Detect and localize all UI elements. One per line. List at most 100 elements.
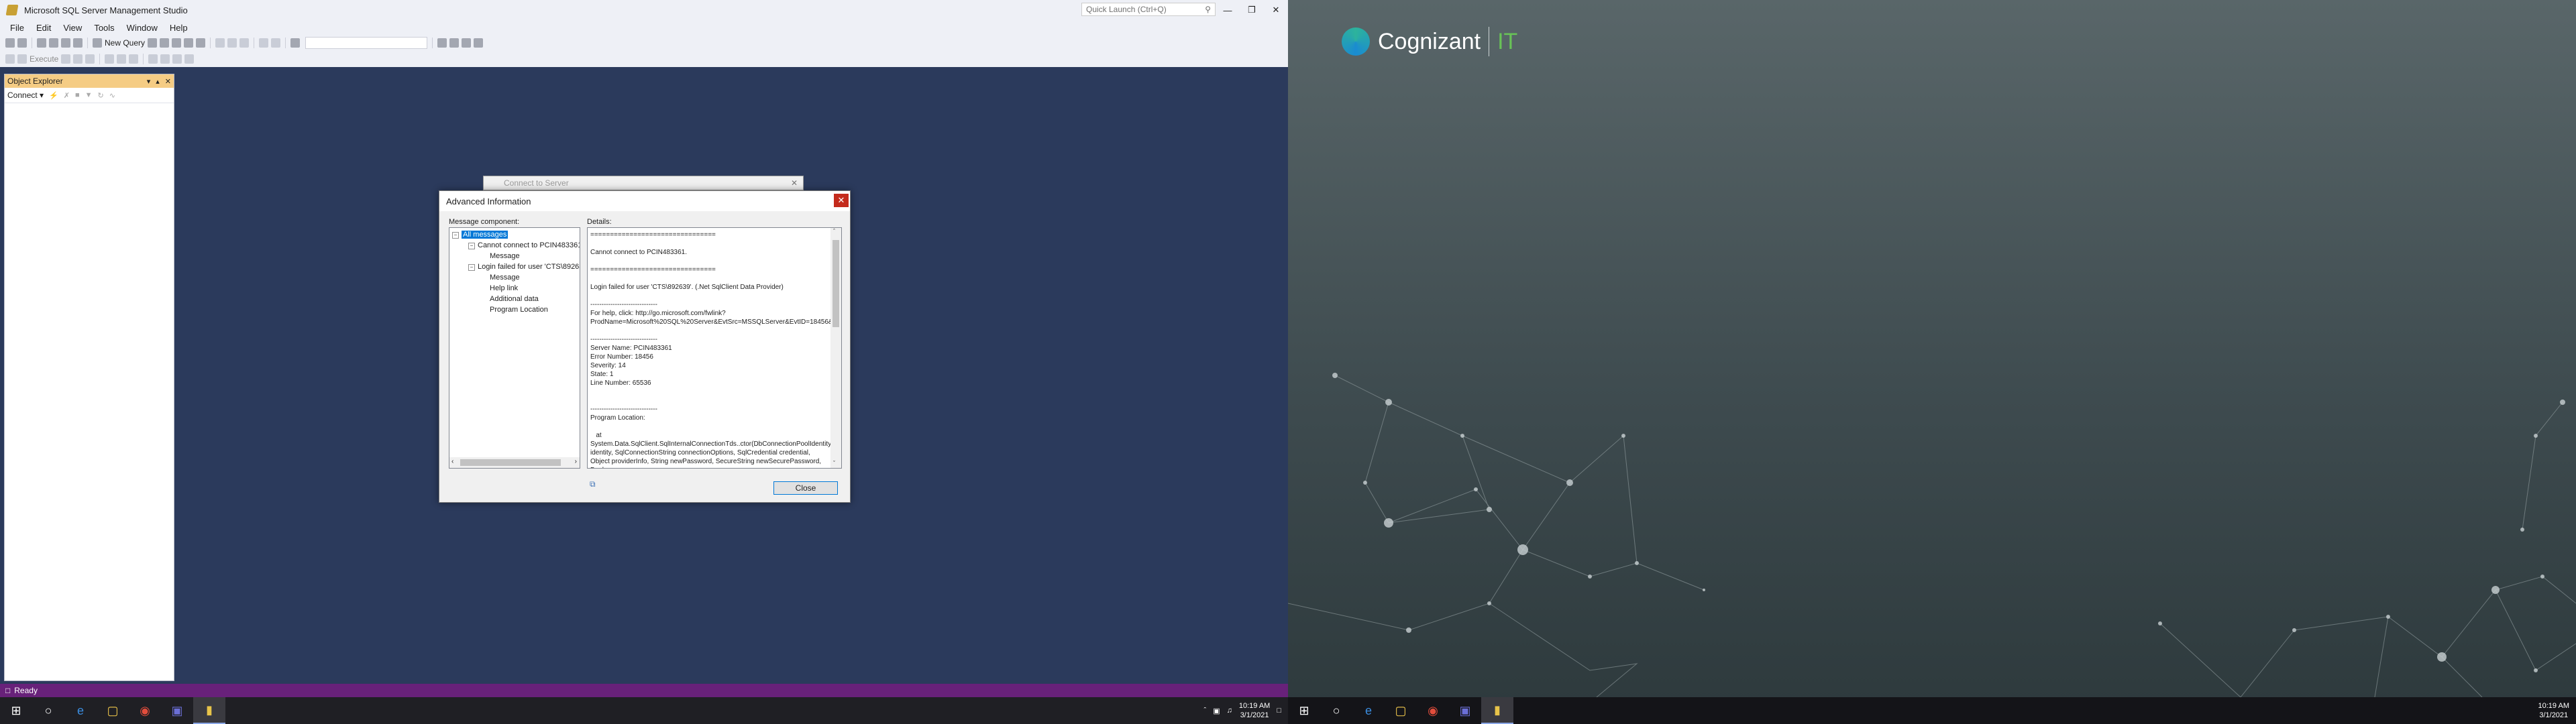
- copy-to-clipboard-icon[interactable]: ⧉: [590, 479, 596, 489]
- filter-icon[interactable]: ▼: [85, 91, 93, 99]
- search-icon[interactable]: ⚲: [1205, 5, 1211, 14]
- new-project-icon[interactable]: [37, 38, 46, 48]
- analysis-dax-query-icon[interactable]: [196, 38, 206, 48]
- message-component-tree[interactable]: − All messages − Cannot connect to PCIN4…: [449, 227, 580, 469]
- tree-horizontal-scrollbar[interactable]: ‹ ›: [449, 457, 580, 468]
- forward-icon[interactable]: [17, 38, 27, 48]
- cancel-query-icon[interactable]: [61, 54, 71, 64]
- properties-icon[interactable]: [449, 38, 460, 48]
- scroll-right-icon[interactable]: ›: [575, 458, 577, 465]
- tree-item-cannot-connect[interactable]: Cannot connect to PCIN483361.: [478, 241, 580, 250]
- close-icon[interactable]: ✕: [791, 178, 798, 188]
- connect-icon[interactable]: ⚡: [49, 91, 58, 100]
- tree-item-program-location[interactable]: Program Location: [490, 305, 548, 314]
- save-all-icon[interactable]: [73, 38, 83, 48]
- connect-dropdown-button[interactable]: Connect ▾: [7, 90, 44, 100]
- details-textbox[interactable]: ================================ Cannot …: [587, 227, 842, 469]
- close-panel-icon[interactable]: ✕: [165, 77, 171, 86]
- search-icon[interactable]: ○: [1320, 697, 1352, 724]
- tree-item-help-link[interactable]: Help link: [490, 284, 518, 293]
- pin-icon[interactable]: ▴: [156, 77, 160, 86]
- dialog-close-icon[interactable]: ✕: [834, 194, 849, 207]
- solution-configuration-dropdown[interactable]: [305, 37, 428, 49]
- tree-item-all-messages[interactable]: All messages: [462, 230, 508, 239]
- new-query-icon[interactable]: [93, 38, 102, 48]
- comment-icon[interactable]: [148, 54, 158, 64]
- teams-icon[interactable]: ▣: [1449, 697, 1481, 724]
- collapse-icon[interactable]: −: [452, 232, 459, 239]
- results-to-text-icon[interactable]: [105, 54, 115, 64]
- menu-help[interactable]: Help: [164, 23, 194, 33]
- file-explorer-icon[interactable]: ▢: [1385, 697, 1417, 724]
- uncomment-icon[interactable]: [160, 54, 170, 64]
- volume-icon[interactable]: ♫: [1227, 707, 1232, 715]
- undo-icon[interactable]: [259, 38, 269, 48]
- redo-icon[interactable]: [271, 38, 281, 48]
- disconnect-icon[interactable]: ✗: [64, 91, 70, 100]
- analysis-mdx-query-icon[interactable]: [160, 38, 170, 48]
- close-window-button[interactable]: ✕: [1264, 0, 1288, 20]
- copy-icon[interactable]: [227, 38, 237, 48]
- menu-file[interactable]: File: [4, 23, 30, 33]
- cut-icon[interactable]: [215, 38, 225, 48]
- collapse-icon[interactable]: −: [468, 243, 475, 249]
- notifications-icon[interactable]: □: [1277, 707, 1281, 715]
- scroll-left-icon[interactable]: ‹: [451, 458, 453, 465]
- tree-item-message[interactable]: Message: [490, 273, 520, 282]
- minimize-button[interactable]: —: [1216, 0, 1240, 20]
- quick-launch-input[interactable]: Quick Launch (Ctrl+Q) ⚲: [1081, 3, 1216, 16]
- results-to-grid-icon[interactable]: [117, 54, 127, 64]
- ssms-taskbar-icon[interactable]: ▮: [193, 697, 225, 724]
- teams-icon[interactable]: ▣: [161, 697, 193, 724]
- restore-button[interactable]: ❐: [1240, 0, 1264, 20]
- solution-explorer-icon[interactable]: [437, 38, 447, 48]
- activity-monitor-icon[interactable]: ∿: [109, 91, 115, 100]
- analysis-dmx-query-icon[interactable]: [172, 38, 182, 48]
- increase-indent-icon[interactable]: [184, 54, 195, 64]
- scroll-down-icon[interactable]: ˇ: [833, 460, 835, 467]
- file-explorer-icon[interactable]: ▢: [97, 697, 129, 724]
- edge-icon[interactable]: e: [64, 697, 97, 724]
- save-icon[interactable]: [61, 38, 70, 48]
- collapse-icon[interactable]: −: [468, 264, 475, 271]
- database-engine-query-icon[interactable]: [148, 38, 158, 48]
- new-query-button[interactable]: New Query: [105, 38, 145, 48]
- scrollbar-thumb[interactable]: [460, 459, 561, 466]
- available-databases-icon[interactable]: [5, 54, 15, 64]
- chrome-icon[interactable]: ◉: [129, 697, 161, 724]
- analysis-xmla-query-icon[interactable]: [184, 38, 194, 48]
- details-vertical-scrollbar[interactable]: ˆ ˇ: [830, 228, 841, 468]
- tree-item-additional-data[interactable]: Additional data: [490, 294, 539, 304]
- refresh-icon[interactable]: ↻: [98, 91, 104, 100]
- paste-icon[interactable]: [239, 38, 250, 48]
- back-icon[interactable]: [5, 38, 15, 48]
- toolbox-icon[interactable]: [462, 38, 472, 48]
- edge-icon[interactable]: e: [1352, 697, 1385, 724]
- window-position-icon[interactable]: ▾: [147, 77, 151, 86]
- scrollbar-thumb[interactable]: [833, 240, 839, 327]
- execute-icon[interactable]: [17, 54, 27, 64]
- menu-edit[interactable]: Edit: [30, 23, 57, 33]
- start-button[interactable]: ⊞: [1288, 697, 1320, 724]
- search-icon[interactable]: ○: [32, 697, 64, 724]
- display-plan-icon[interactable]: [85, 54, 95, 64]
- clock[interactable]: 10:19 AM 3/1/2021: [2538, 701, 2569, 720]
- menu-window[interactable]: Window: [121, 23, 164, 33]
- toolbar-options-icon[interactable]: [474, 38, 484, 48]
- parse-icon[interactable]: [73, 54, 83, 64]
- execute-button[interactable]: Execute: [30, 54, 58, 64]
- clock[interactable]: 10:19 AM 3/1/2021: [1239, 701, 1270, 720]
- menu-tools[interactable]: Tools: [88, 23, 120, 33]
- decrease-indent-icon[interactable]: [172, 54, 182, 64]
- show-hidden-icons-icon[interactable]: ˆ: [1204, 707, 1207, 715]
- network-icon[interactable]: ▣: [1213, 707, 1220, 715]
- chrome-icon[interactable]: ◉: [1417, 697, 1449, 724]
- menu-view[interactable]: View: [57, 23, 88, 33]
- stop-icon[interactable]: ■: [75, 91, 80, 99]
- start-button[interactable]: ⊞: [0, 697, 32, 724]
- results-to-file-icon[interactable]: [129, 54, 139, 64]
- tree-item-message[interactable]: Message: [490, 251, 520, 261]
- find-icon[interactable]: [290, 38, 301, 48]
- open-file-icon[interactable]: [49, 38, 58, 48]
- tree-item-login-failed[interactable]: Login failed for user 'CTS\89263: [478, 262, 580, 272]
